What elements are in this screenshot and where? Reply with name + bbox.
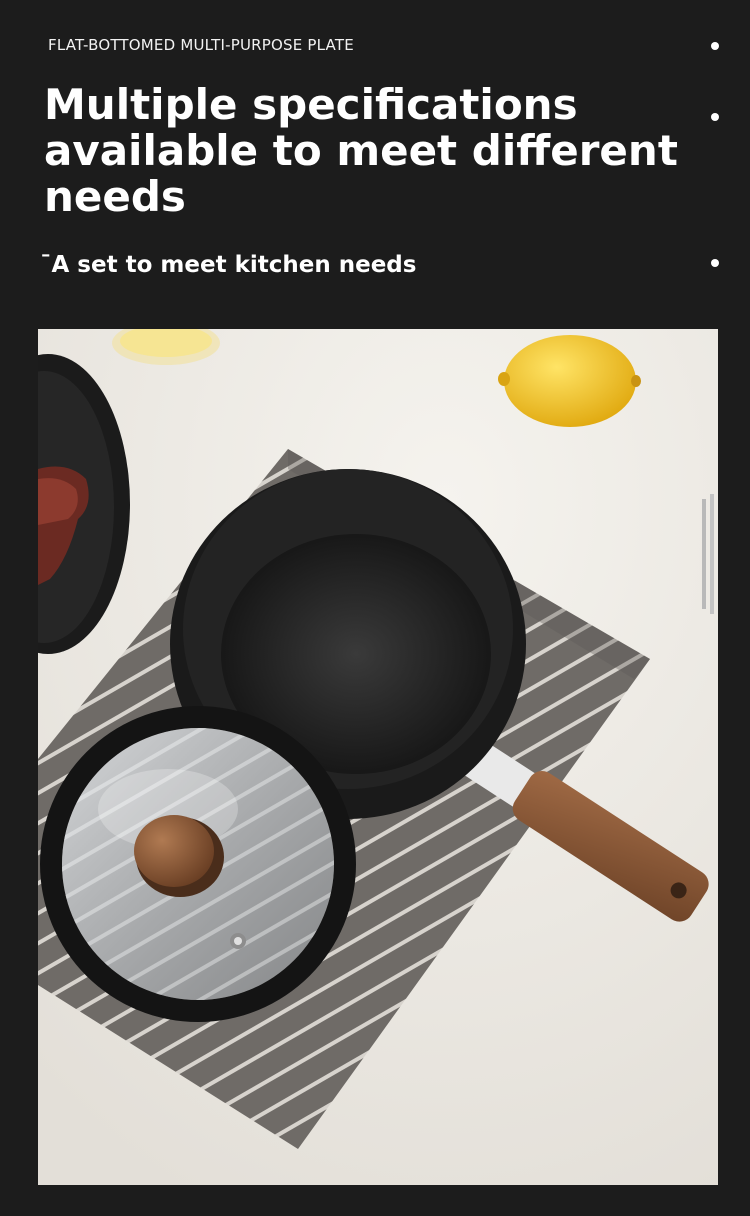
product-photo-illustration: [38, 329, 718, 1185]
page-subline: ¯A set to meet kitchen needs: [40, 252, 417, 278]
decorative-dot-3: [711, 259, 719, 267]
decorative-dot-1: [711, 42, 719, 50]
page-headline: Multiple specifications available to mee…: [44, 80, 678, 221]
page-kicker: FLAT-BOTTOMED MULTI-PURPOSE PLATE: [48, 36, 354, 54]
decorative-dot-2: [711, 113, 719, 121]
product-photo: [38, 329, 718, 1185]
